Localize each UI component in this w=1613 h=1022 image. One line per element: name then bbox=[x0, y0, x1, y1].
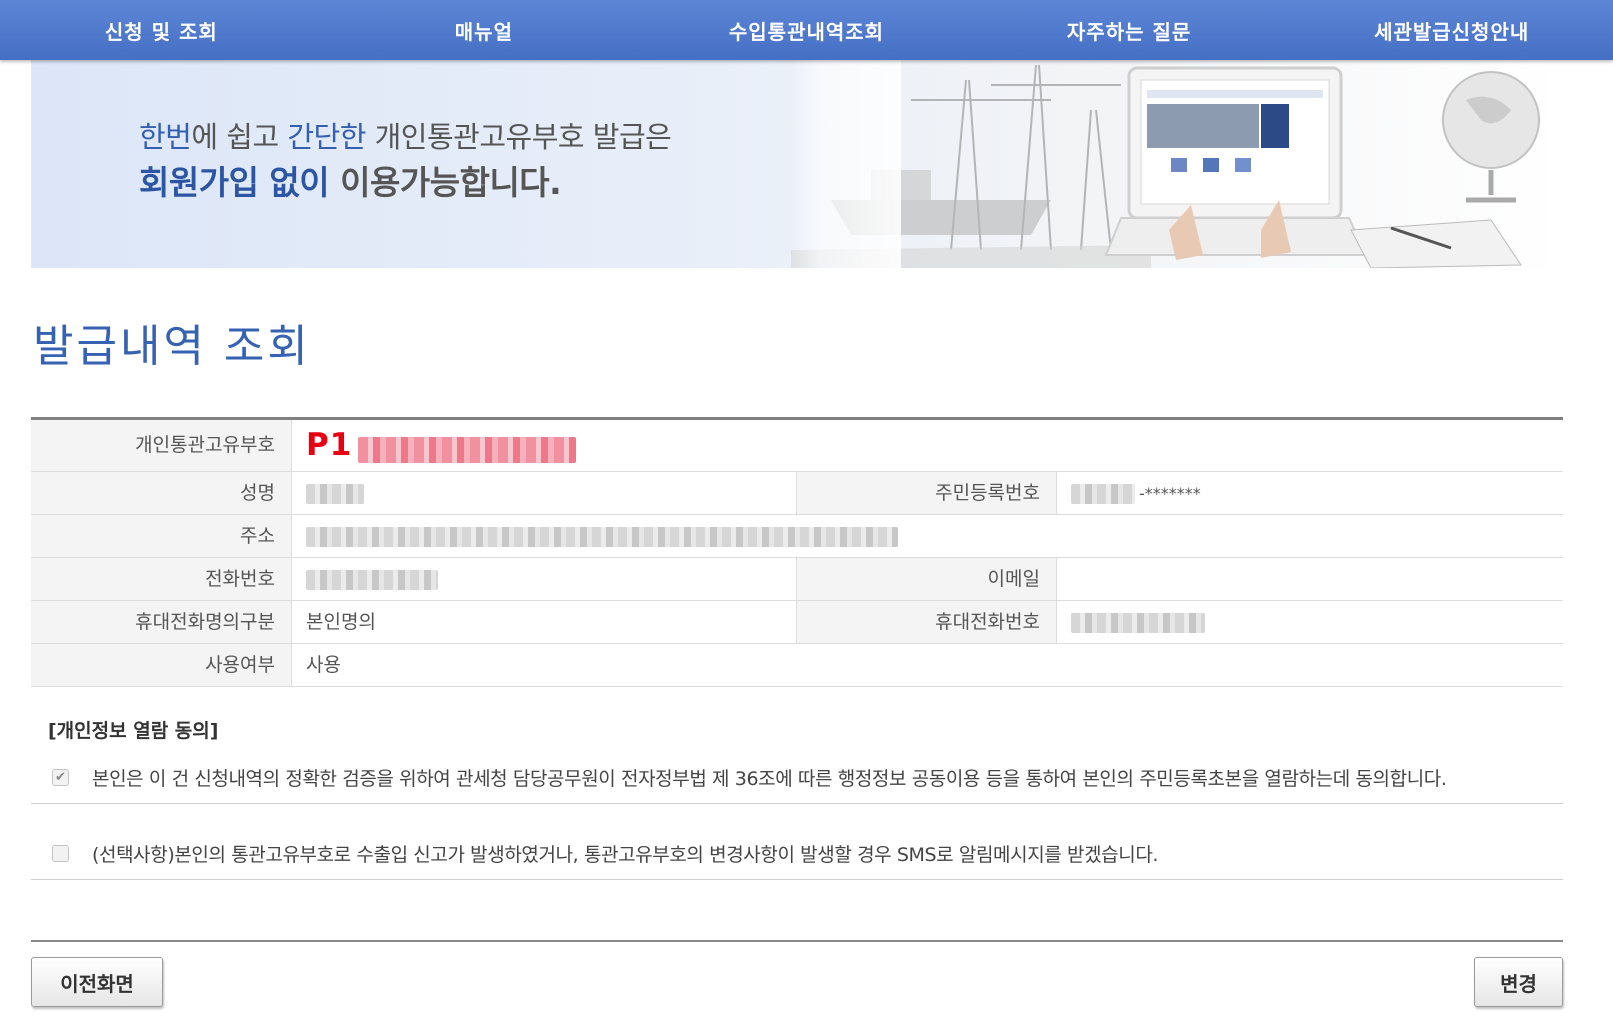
banner-illustration bbox=[791, 60, 1540, 268]
name-redacted bbox=[306, 483, 364, 504]
check-icon: ✔ bbox=[55, 770, 66, 785]
email-label: 이메일 bbox=[796, 558, 1056, 600]
rrn-mask: -******* bbox=[1139, 484, 1201, 503]
nav-item-customs-guide[interactable]: 세관발급신청안내 bbox=[1290, 16, 1613, 45]
consent-sms-text: (선택사항)본인의 통관고유부호로 수출입 신고가 발생하였거나, 통관고유부호… bbox=[92, 844, 1159, 866]
customs-id-prefix: P1 bbox=[306, 427, 353, 463]
nav-item-import-clearance[interactable]: 수입통관내역조회 bbox=[645, 16, 968, 45]
banner-subheadline: 회원가입 없이 이용가능합니다. bbox=[139, 163, 562, 202]
consent-title: [개인정보 열람 동의] bbox=[48, 720, 219, 742]
phone-redacted bbox=[306, 569, 438, 590]
usage-label: 사용여부 bbox=[31, 644, 291, 686]
top-navigation: 신청 및 조회 매뉴얼 수입통관내역조회 자주하는 질문 세관발급신청안내 bbox=[0, 0, 1613, 60]
mobile-owner-label: 휴대전화명의구분 bbox=[31, 601, 291, 643]
table-row-mobile: 휴대전화명의구분 본인명의 휴대전화번호 bbox=[31, 601, 1563, 644]
table-row-usage: 사용여부 사용 bbox=[31, 644, 1563, 687]
mobile-redacted bbox=[1071, 612, 1205, 633]
customs-id-value: P1 bbox=[291, 420, 1563, 471]
nav-item-apply-inquiry[interactable]: 신청 및 조회 bbox=[0, 16, 323, 45]
consent-item-rrn-view: ✔ 본인은 이 건 신청내역의 정확한 검증을 위하여 관세청 담당공무원이 전… bbox=[31, 752, 1563, 804]
rrn-redacted bbox=[1071, 483, 1135, 504]
consent-rrn-checkbox[interactable]: ✔ bbox=[52, 769, 69, 786]
laptop-illustration bbox=[1104, 66, 1368, 260]
name-value bbox=[291, 472, 796, 514]
email-value bbox=[1056, 558, 1563, 600]
rrn-value: -******* bbox=[1056, 472, 1563, 514]
address-redacted bbox=[306, 526, 898, 547]
nav-item-faq[interactable]: 자주하는 질문 bbox=[968, 16, 1291, 45]
consent-rrn-text: 본인은 이 건 신청내역의 정확한 검증을 위하여 관세청 담당공무원이 전자정… bbox=[92, 768, 1447, 790]
consent-sms-checkbox[interactable] bbox=[52, 845, 69, 862]
mobile-owner-value: 본인명의 bbox=[291, 601, 796, 643]
customs-id-redacted bbox=[358, 436, 577, 463]
table-row-phone: 전화번호 이메일 bbox=[31, 558, 1563, 601]
previous-screen-button[interactable]: 이전화면 bbox=[31, 957, 163, 1007]
change-button[interactable]: 변경 bbox=[1474, 957, 1563, 1007]
phone-label: 전화번호 bbox=[31, 558, 291, 600]
table-row-address: 주소 bbox=[31, 515, 1563, 558]
address-value bbox=[291, 515, 1563, 557]
banner-headline: 한번에 쉽고 간단한 개인통관고유부호 발급은 bbox=[139, 120, 672, 154]
nav-item-manual[interactable]: 매뉴얼 bbox=[323, 16, 646, 45]
phone-value bbox=[291, 558, 796, 600]
address-label: 주소 bbox=[31, 515, 291, 557]
table-row-customs-id: 개인통관고유부호 P1 bbox=[31, 420, 1563, 472]
name-label: 성명 bbox=[31, 472, 291, 514]
mobile-value bbox=[1056, 601, 1563, 643]
page-title: 발급내역 조회 bbox=[33, 321, 311, 372]
rrn-label: 주민등록번호 bbox=[796, 472, 1056, 514]
issuance-info-table: 개인통관고유부호 P1 성명 주민등록번호 -******* 주소 전화번호 이… bbox=[31, 417, 1563, 687]
consent-item-sms: (선택사항)본인의 통관고유부호로 수출입 신고가 발생하였거나, 통관고유부호… bbox=[31, 828, 1563, 880]
footer-divider bbox=[31, 940, 1563, 942]
table-row-name: 성명 주민등록번호 -******* bbox=[31, 472, 1563, 515]
mobile-label: 휴대전화번호 bbox=[796, 601, 1056, 643]
customs-id-label: 개인통관고유부호 bbox=[31, 420, 291, 471]
usage-value: 사용 bbox=[291, 644, 1563, 686]
promo-banner: 한번에 쉽고 간단한 개인통관고유부호 발급은 회원가입 없이 이용가능합니다. bbox=[31, 60, 1563, 268]
